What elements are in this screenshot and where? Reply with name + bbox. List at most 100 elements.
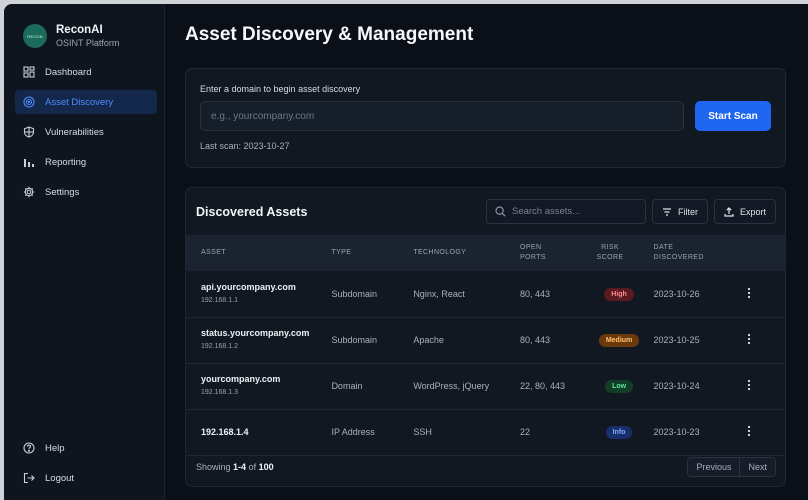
filter-button[interactable]: Filter <box>651 199 708 224</box>
brand-logo: RECON <box>23 24 47 48</box>
sidebar-item-dashboard[interactable]: Dashboard <box>15 60 157 84</box>
dashboard-icon <box>23 66 35 78</box>
domain-input[interactable] <box>200 101 684 131</box>
assets-panel: Discovered Assets Filter Export ASS <box>185 187 786 487</box>
sidebar-item-label: Asset Discovery <box>45 96 114 108</box>
column-header-risk-score[interactable]: RISK SCORE <box>585 235 654 271</box>
asset-type: Subdomain <box>331 288 377 299</box>
assets-table-body: api.yourcompany.com 192.168.1.1 Subdomain… <box>186 271 785 455</box>
asset-ip: 192.168.1.3 <box>201 389 238 396</box>
pagination-buttons: Previous Next <box>687 457 776 477</box>
export-button[interactable]: Export <box>713 199 776 224</box>
more-vertical-icon <box>747 333 750 345</box>
sidebar-item-settings[interactable]: Settings <box>15 180 157 204</box>
asset-open-ports: 80, 443 <box>519 335 550 345</box>
asset-technology: WordPress, jQuery <box>413 381 490 391</box>
sidebar-item-label: Help <box>45 442 65 454</box>
previous-page-button[interactable]: Previous <box>688 458 740 476</box>
start-scan-button[interactable]: Start Scan <box>695 101 771 131</box>
row-menu-button[interactable] <box>742 378 756 392</box>
assets-title: Discovered Assets <box>196 204 308 219</box>
table-header-row: ASSET TYPE TECHNOLOGY OPEN PORTS RISK SC… <box>186 235 785 271</box>
bar-chart-icon <box>24 159 34 167</box>
sidebar-item-label: Dashboard <box>45 66 92 78</box>
asset-name: api.yourcompany.com <box>201 281 296 292</box>
sidebar-item-asset-discovery[interactable]: Asset Discovery <box>15 90 157 114</box>
sidebar-item-vulnerabilities[interactable]: Vulnerabilities <box>15 120 157 144</box>
asset-name: status.yourcompany.com <box>201 328 310 338</box>
scan-panel: Enter a domain to begin asset discovery … <box>185 68 786 168</box>
assets-table: ASSET TYPE TECHNOLOGY OPEN PORTS RISK SC… <box>186 235 785 456</box>
sidebar-item-logout[interactable]: Logout <box>15 466 157 490</box>
more-vertical-icon <box>747 425 750 437</box>
sidebar-item-label: Reporting <box>45 156 87 168</box>
asset-open-ports: 80, 443 <box>519 288 550 299</box>
asset-name: 192.168.1.4 <box>201 427 249 437</box>
more-vertical-icon <box>747 379 750 391</box>
sidebar-item-label: Settings <box>45 186 80 198</box>
column-header-open-ports[interactable]: OPEN PORTS <box>520 235 585 271</box>
sidebar-item-reporting[interactable]: Reporting <box>15 150 157 174</box>
row-menu-button[interactable] <box>742 286 756 300</box>
sidebar-item-label: Vulnerabilities <box>45 126 104 138</box>
asset-date: 2023-10-26 <box>653 288 700 299</box>
column-header-asset[interactable]: ASSET <box>186 235 331 271</box>
column-header-technology[interactable]: TECHNOLOGY <box>413 235 520 271</box>
sidebar-nav: Dashboard Asset Discovery Vulnerabilitie… <box>4 60 164 204</box>
filter-label: Filter <box>677 206 698 217</box>
asset-open-ports: 22, 80, 443 <box>519 381 566 391</box>
asset-date: 2023-10-24 <box>653 381 700 391</box>
risk-badge: Medium <box>598 334 640 347</box>
help-icon <box>23 442 35 454</box>
pagination-prefix: Showing <box>196 462 231 472</box>
sidebar-item-label: Logout <box>45 472 75 484</box>
search-input[interactable] <box>511 206 632 217</box>
risk-badge: Info <box>605 426 633 439</box>
asset-name: yourcompany.com <box>201 374 281 384</box>
export-icon <box>724 206 734 217</box>
risk-badge: High <box>604 287 634 301</box>
table-row[interactable]: status.yourcompany.com 192.168.1.2 Subdom… <box>186 317 785 363</box>
gear-icon <box>23 186 35 198</box>
target-icon <box>23 96 35 108</box>
export-label: Export <box>739 206 766 217</box>
pagination-total: 100 <box>258 462 274 472</box>
brand: RECON ReconAI OSINT Platform <box>4 4 164 56</box>
filter-icon <box>662 207 671 216</box>
logout-icon <box>23 472 35 484</box>
risk-badge: Low <box>605 380 634 393</box>
asset-technology: Apache <box>413 335 444 345</box>
asset-ip: 192.168.1.2 <box>201 343 238 350</box>
scan-label: Enter a domain to begin asset discovery <box>200 84 361 94</box>
asset-type: Subdomain <box>331 335 377 345</box>
row-menu-button[interactable] <box>742 332 756 346</box>
column-header-date-discovered[interactable]: DATE DISCOVERED <box>654 235 742 271</box>
search-icon <box>495 206 506 217</box>
column-header-type[interactable]: TYPE <box>331 235 413 271</box>
table-row[interactable]: yourcompany.com 192.168.1.3 Domain WordPr… <box>186 363 785 409</box>
pagination: Showing 1-4 of 100 Previous Next <box>186 448 785 486</box>
more-vertical-icon <box>747 287 750 298</box>
shield-icon <box>23 126 35 138</box>
column-header-actions <box>742 235 785 271</box>
sidebar-item-help[interactable]: Help <box>15 436 157 460</box>
pagination-summary: Showing 1-4 of 100 <box>196 462 687 472</box>
asset-technology: Nginx, React <box>413 288 465 299</box>
brand-subtitle: OSINT Platform <box>56 37 120 48</box>
last-scan-text: Last scan: 2023-10-27 <box>200 141 290 151</box>
app-window: RECON ReconAI OSINT Platform Dashboard A… <box>4 4 808 500</box>
pagination-of: of <box>248 462 257 472</box>
asset-ip: 192.168.1.1 <box>201 296 238 304</box>
asset-search[interactable] <box>485 199 646 224</box>
sidebar: RECON ReconAI OSINT Platform Dashboard A… <box>4 4 165 500</box>
page-title: Asset Discovery & Management <box>185 24 474 45</box>
row-menu-button[interactable] <box>742 424 756 438</box>
sidebar-bottom: Help Logout <box>4 436 164 496</box>
asset-type: Domain <box>331 381 363 391</box>
brand-name: ReconAI <box>56 23 103 36</box>
main-content: Asset Discovery & Management Enter a dom… <box>165 4 808 500</box>
asset-date: 2023-10-25 <box>653 335 700 345</box>
pagination-range: 1-4 <box>233 462 247 472</box>
table-row[interactable]: api.yourcompany.com 192.168.1.1 Subdomain… <box>186 271 785 317</box>
next-page-button[interactable]: Next <box>739 458 775 476</box>
